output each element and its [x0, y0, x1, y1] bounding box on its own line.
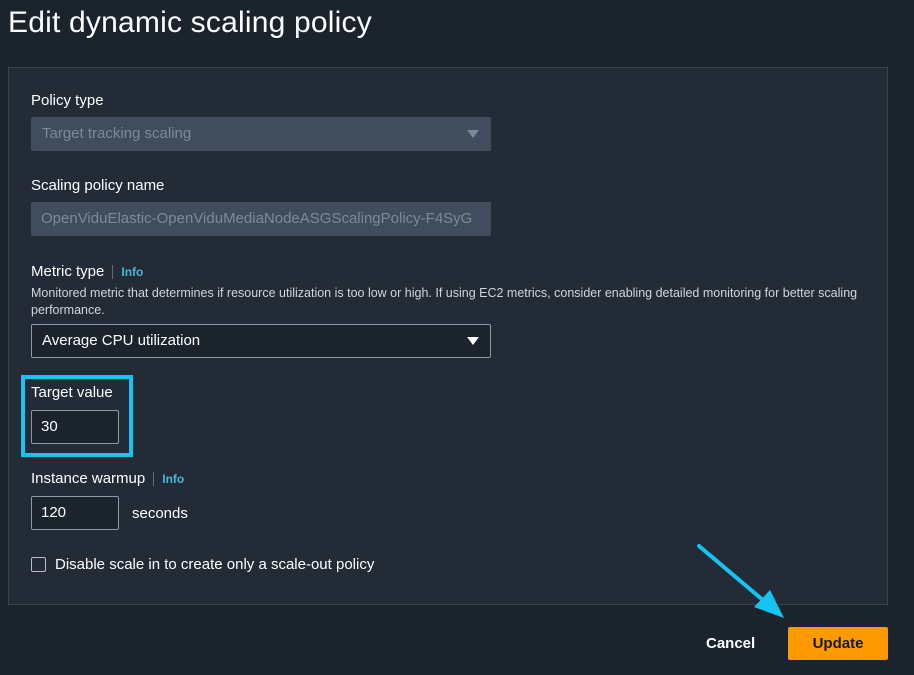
cancel-button[interactable]: Cancel — [700, 628, 761, 660]
policy-type-value: Target tracking scaling — [42, 125, 192, 142]
disable-scale-in-label[interactable]: Disable scale in to create only a scale-… — [55, 556, 374, 573]
policy-type-select: Target tracking scaling — [31, 117, 491, 151]
target-value-label: Target value — [31, 384, 113, 401]
metric-type-select[interactable]: Average CPU utilization — [31, 324, 491, 358]
instance-warmup-label: Instance warmup — [31, 470, 146, 487]
update-button[interactable]: Update — [788, 627, 888, 660]
instance-warmup-label-row: Instance warmup Info — [31, 470, 185, 487]
policy-form-panel: Policy type Target tracking scaling Scal… — [8, 67, 888, 605]
target-value-input[interactable]: 30 — [31, 410, 119, 444]
instance-warmup-info-link[interactable]: Info — [153, 472, 185, 486]
disable-scale-in-checkbox[interactable] — [31, 557, 46, 572]
metric-type-description: Monitored metric that determines if reso… — [31, 286, 858, 317]
page-title: Edit dynamic scaling policy — [8, 6, 372, 39]
metric-type-info-link[interactable]: Info — [112, 265, 144, 279]
instance-warmup-unit: seconds — [132, 505, 188, 522]
policy-type-label: Policy type — [31, 92, 104, 109]
policy-name-label: Scaling policy name — [31, 177, 165, 194]
caret-down-icon — [467, 130, 479, 138]
metric-type-value: Average CPU utilization — [42, 332, 201, 349]
policy-name-field: OpenViduElastic-OpenViduMediaNodeASGScal… — [31, 202, 491, 236]
metric-type-label: Metric type — [31, 263, 105, 280]
caret-down-icon — [467, 337, 479, 345]
instance-warmup-input[interactable]: 120 — [31, 496, 119, 530]
metric-type-label-row: Metric type Info — [31, 263, 144, 280]
